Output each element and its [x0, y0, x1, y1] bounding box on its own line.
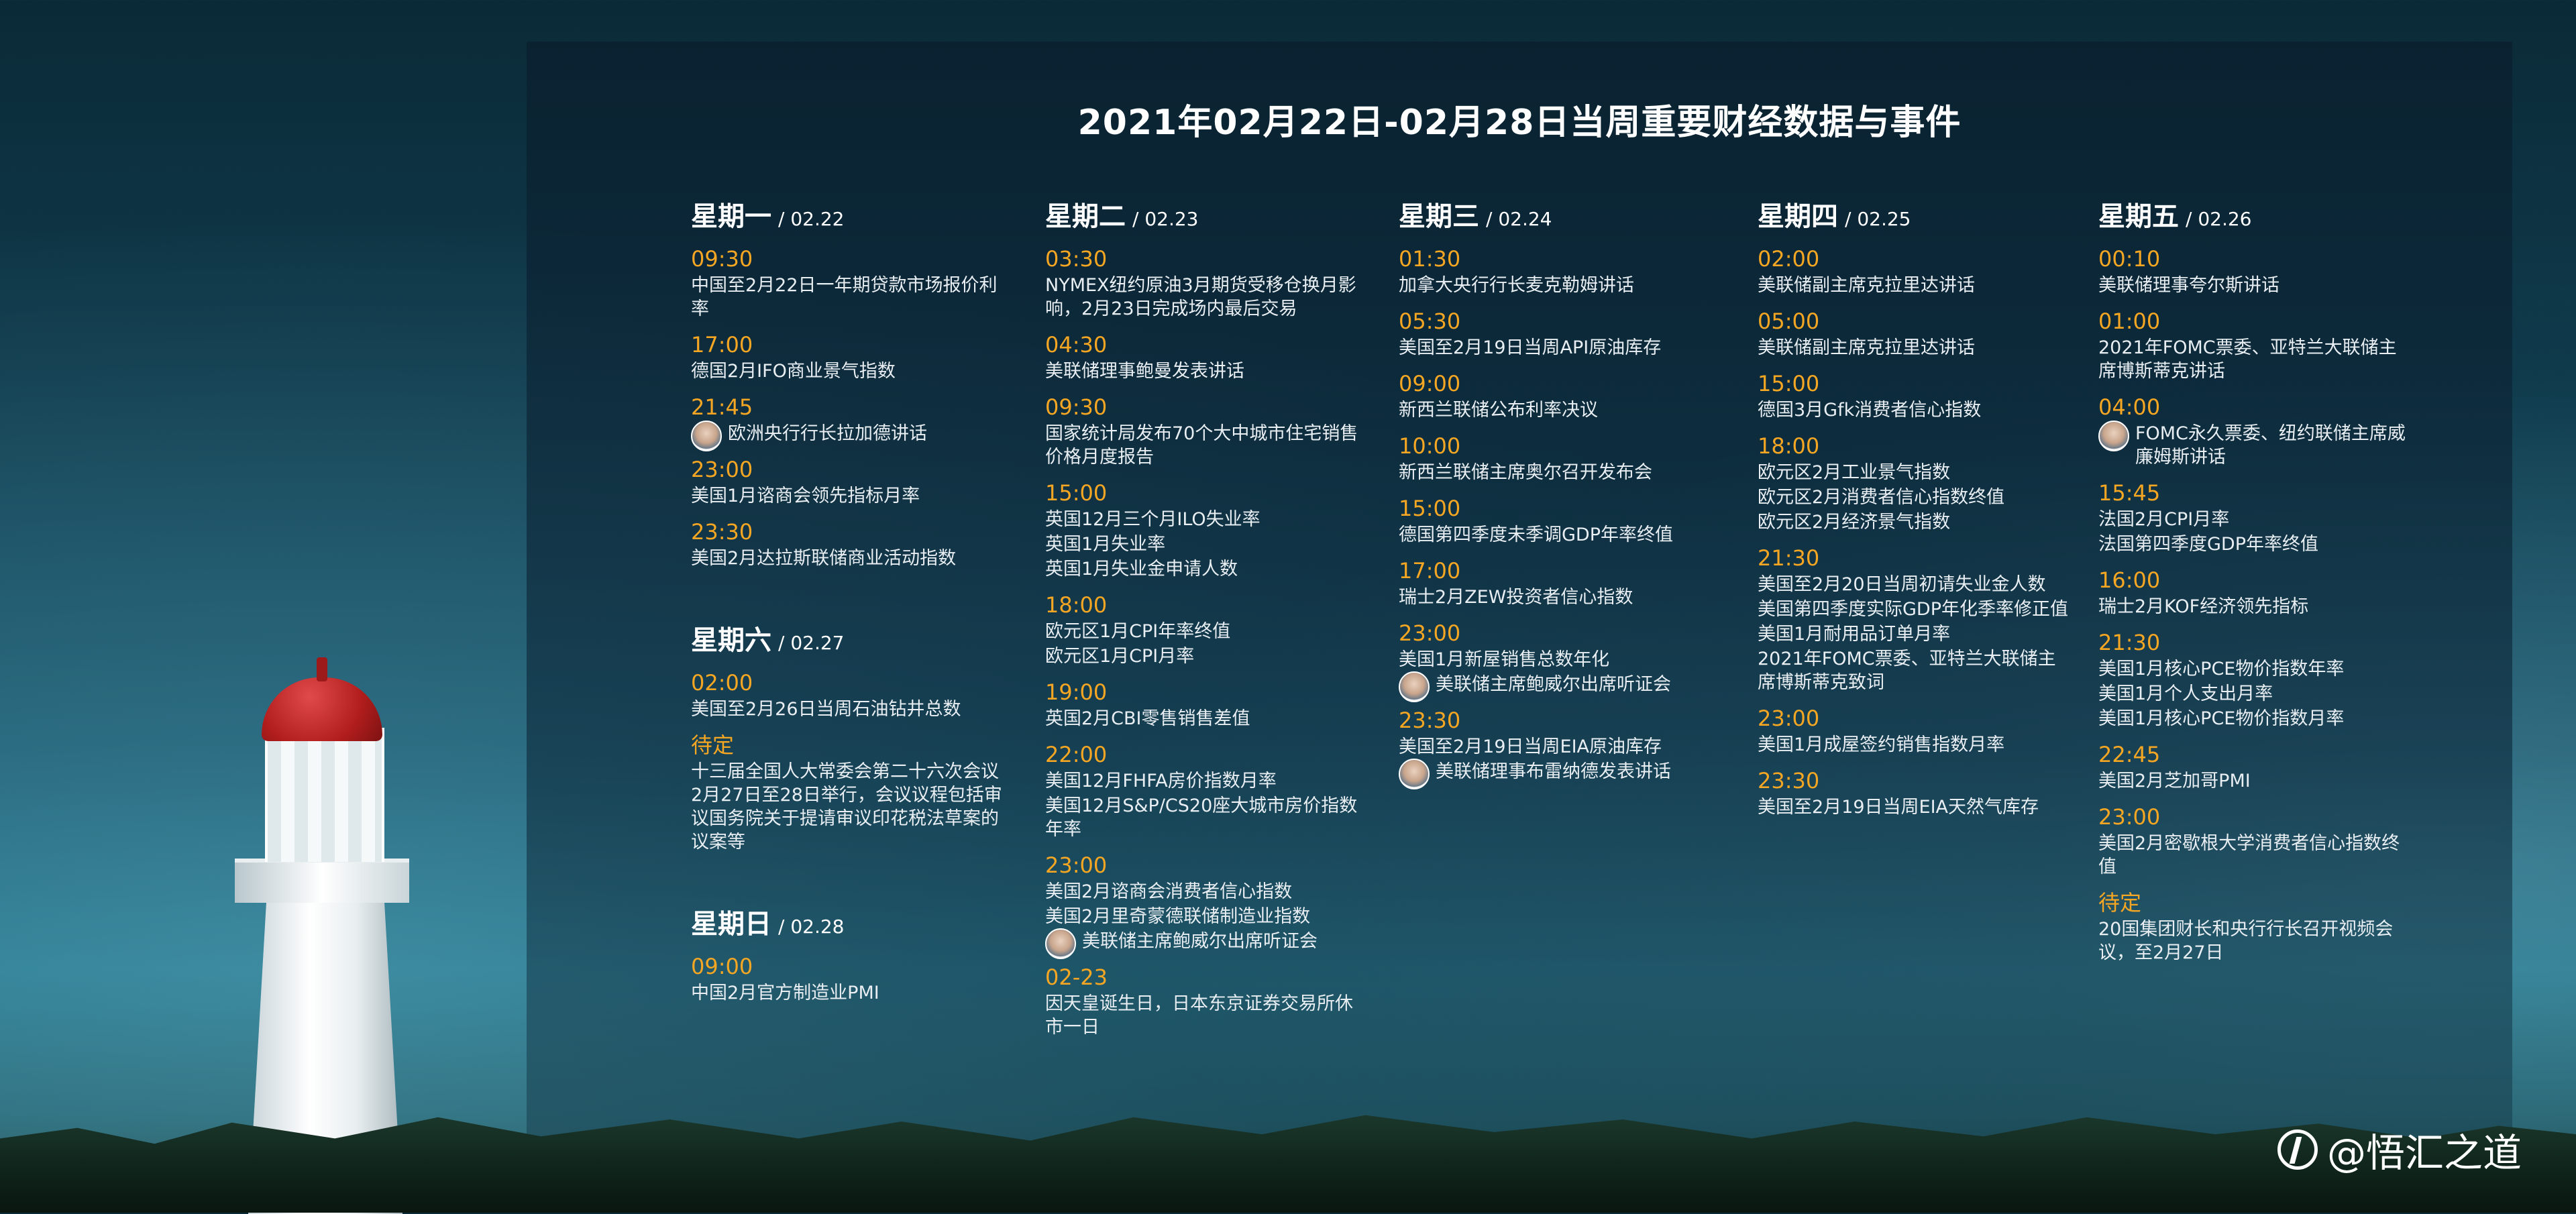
day-heading-friday: 星期五/ 02.26: [2098, 201, 2252, 232]
day-heading-sunday: 星期日/ 02.28: [691, 909, 845, 940]
event: 04:30 美联储理事鲍曼发表讲话: [1045, 332, 1244, 382]
event: 03:30 NYMEX纽约原油3月期货受移仓换月影响，2月23日完成场内最后交易: [1045, 246, 1356, 319]
column-wednesday: 星期三/ 02.24 01:30 加拿大央行行长麦克勒姆讲话 05:30 美国至2月…: [1399, 195, 1714, 794]
event: 21:30 美国至2月20日当周初请失业金人数 美国第四季度实际GDP年化季率修正值…: [1758, 545, 2068, 693]
event: 15:45 法国2月CPI月率 法国第四季度GDP年率终值: [2098, 480, 2318, 555]
event: 待定 十三届全国人大常委会第二十六次会议2月27日至28日举行，会议议程包括审议国…: [691, 732, 1002, 852]
event: 23:30 美国2月达拉斯联储商业活动指数: [691, 519, 957, 569]
event: 15:00 德国3月Gfk消费者信心指数: [1758, 371, 1982, 421]
event: 19:00 英国2月CBI零售销售差值: [1045, 679, 1250, 729]
event: 15:00 德国第四季度未季调GDP年率终值: [1399, 496, 1673, 545]
event: 22:45 美国2月芝加哥PMI: [2098, 742, 2251, 791]
event: 02-23 因天皇诞生日，日本东京证券交易所休市一日: [1045, 964, 1353, 1038]
event: 02:00 美国至2月26日当周石油钻井总数: [691, 670, 961, 720]
brand-logo-icon: [2277, 1129, 2318, 1170]
event: 05:00 美联储副主席克拉里达讲话: [1758, 309, 1975, 358]
event: 23:30 美国至2月19日当周EIA天然气库存: [1758, 768, 2039, 818]
event: 23:00 美国1月成屋签约销售指数月率: [1758, 706, 2005, 755]
event: 23:00 美国1月谘商会领先指标月率: [691, 457, 920, 506]
column-monday-weekend: 星期一/ 02.22 09:30 中国至2月22日一年期贷款市场报价利率 17:0…: [691, 195, 1006, 1015]
speaker-avatar: [1399, 759, 1430, 789]
event: 01:00 2021年FOMC票委、亚特兰大联储主席博斯蒂克讲话: [2098, 309, 2397, 382]
event: 16:00 瑞士2月KOF经济领先指标: [2098, 567, 2309, 617]
event: 09:00 中国2月官方制造业PMI: [691, 954, 879, 1003]
speaker-avatar: [2098, 421, 2129, 451]
watermark-text: @悟汇之道: [2327, 1130, 2522, 1176]
event: 22:00 美国12月FHFA房价指数月率 美国12月S&P/CS20座大城市房价指…: [1045, 742, 1358, 840]
event: 05:30 美国至2月19日当周API原油库存: [1399, 309, 1662, 358]
event: 17:00 瑞士2月ZEW投资者信心指数: [1399, 558, 1633, 608]
page-title: 2021年02月22日-02月28日当周重要财经数据与事件: [1077, 103, 1962, 143]
speaker-avatar: [1045, 928, 1076, 959]
column-thursday: 星期四/ 02.25 02:00 美联储副主席克拉里达讲话 05:00 美联储副主席…: [1758, 195, 2073, 830]
event: 17:00 德国2月IFO商业景气指数: [691, 332, 896, 382]
event: 21:30 美国1月核心PCE物价指数年率 美国1月个人支出月率 美国1月核心PCE物…: [2098, 630, 2345, 729]
day-heading-monday: 星期一/ 02.22: [691, 201, 845, 232]
day-heading-thursday: 星期四/ 02.25: [1758, 201, 1911, 232]
event: 18:00 欧元区1月CPI年率终值 欧元区1月CPI月率: [1045, 592, 1231, 667]
event: 18:00 欧元区2月工业景气指数 欧元区2月消费者信心指数终值 欧元区2月经济景气指…: [1758, 433, 2005, 533]
event: 23:00 美国1月新屋销售总数年化 美联储主席鲍威尔出席听证会: [1399, 620, 1714, 702]
day-heading-saturday: 星期六/ 02.27: [691, 625, 845, 656]
speaker-avatar: [691, 421, 722, 451]
watermark: @悟汇之道: [2277, 1121, 2522, 1178]
event: 09:00 新西兰联储公布利率决议: [1399, 371, 1598, 421]
event: 23:00 美国2月谘商会消费者信心指数 美国2月里奇蒙德联储制造业指数 美联储主席鲍…: [1045, 852, 1360, 959]
event: 23:30 美国至2月19日当周EIA原油库存 美联储理事布雷纳德发表讲话: [1399, 707, 1714, 789]
event: 待定 20国集团财长和央行行长召开视频会议，至2月27日: [2098, 890, 2394, 963]
event: 23:00 美国2月密歇根大学消费者信心指数终值: [2098, 804, 2400, 877]
event: 00:10 美联储理事夸尔斯讲话: [2098, 246, 2279, 296]
event: 01:30 加拿大央行行长麦克勒姆讲话: [1399, 246, 1634, 296]
speaker-avatar: [1399, 671, 1430, 702]
event: 09:30 中国至2月22日一年期贷款市场报价利率: [691, 246, 998, 319]
day-heading-wednesday: 星期三/ 02.24: [1399, 201, 1552, 232]
event: 10:00 新西兰联储主席奥尔召开发布会: [1399, 433, 1652, 483]
event: 21:45 欧洲央行行长拉加德讲话: [691, 394, 1006, 451]
event: 04:00 FOMC永久票委、纽约联储主席威廉姆斯讲话: [2098, 394, 2406, 467]
event: 15:00 英国12月三个月ILO失业率 英国1月失业率 英国1月失业金申请人数: [1045, 480, 1260, 580]
event: 02:00 美联储副主席克拉里达讲话: [1758, 246, 1975, 296]
event: 09:30 国家统计局发布70个大中城市住宅销售价格月度报告: [1045, 394, 1358, 467]
column-friday: 星期五/ 02.26 00:10 美联储理事夸尔斯讲话 01:00 2021年FOM…: [2098, 195, 2414, 975]
column-tuesday: 星期二/ 02.23 03:30 NYMEX纽约原油3月期货受移仓换月影响，2月2…: [1045, 195, 1360, 1050]
day-heading-tuesday: 星期二/ 02.23: [1045, 201, 1199, 232]
